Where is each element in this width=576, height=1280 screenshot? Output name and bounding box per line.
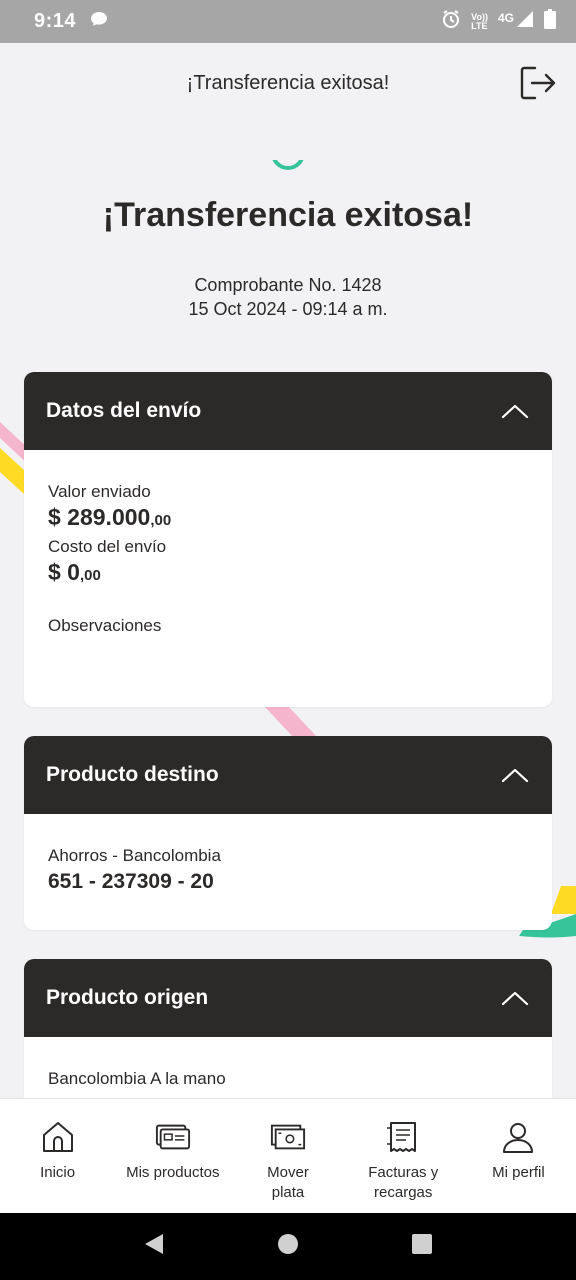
home-icon [40, 1119, 76, 1155]
battery-icon [544, 9, 556, 34]
network-type: 4G [497, 10, 514, 25]
recents-icon[interactable] [411, 1233, 433, 1260]
card-title: Datos del envío [46, 399, 202, 422]
user-icon [500, 1119, 536, 1155]
receipt-icon [385, 1119, 421, 1155]
system-navigation-bar [0, 1213, 576, 1280]
nav-label: Mi perfil [492, 1164, 545, 1181]
card-producto-destino: Producto destino Ahorros - Bancolombia 6… [24, 736, 552, 930]
bottom-navigation: Inicio Mis productos Mover plata Factura… [0, 1098, 576, 1213]
status-bar: 9:14 Vo)) LTE 4G [0, 0, 576, 43]
origen-account-type: Bancolombia A la mano [48, 1069, 226, 1088]
chevron-up-icon[interactable] [500, 401, 530, 421]
destino-account-number: 651 - 237309 - 20 [48, 870, 214, 893]
nav-inicio[interactable]: Inicio [0, 1099, 115, 1213]
card-datos-envio: Datos del envío Valor enviado $ 289.000,… [24, 372, 552, 707]
receipt-datetime: 15 Oct 2024 - 09:14 a m. [188, 299, 388, 319]
receipt-info: Comprobante No. 1428 15 Oct 2024 - 09:14… [0, 273, 576, 321]
chevron-up-icon[interactable] [500, 765, 530, 785]
volte-indicator: Vo)) LTE [471, 11, 488, 31]
logout-icon [519, 65, 557, 106]
card-icon [155, 1119, 191, 1155]
observaciones-label: Observaciones [48, 616, 162, 635]
chat-bubble-icon [90, 11, 108, 32]
chevron-up-icon[interactable] [500, 988, 530, 1008]
receipt-number: Comprobante No. 1428 [194, 275, 382, 295]
card-producto-destino-header[interactable]: Producto destino [24, 736, 552, 814]
success-title: ¡Transferencia exitosa! [102, 196, 474, 234]
nav-mis-productos[interactable]: Mis productos [115, 1099, 230, 1213]
success-check-icon [271, 160, 305, 174]
valor-enviado-amount: $ 289.000,00 [48, 504, 172, 530]
nav-facturas-recargas[interactable]: Facturas y recargas [346, 1099, 461, 1213]
status-time: 9:14 [34, 10, 77, 32]
alarm-icon [441, 9, 461, 34]
nav-mover-plata[interactable]: Mover plata [230, 1099, 345, 1213]
money-icon [270, 1119, 306, 1155]
card-datos-envio-header[interactable]: Datos del envío [24, 372, 552, 450]
nav-label: Facturas y recargas [368, 1164, 439, 1201]
decorative-ribbon-middle [264, 706, 318, 738]
nav-mi-perfil[interactable]: Mi perfil [461, 1099, 576, 1213]
exit-button[interactable] [518, 65, 558, 105]
home-circle-icon[interactable] [277, 1233, 299, 1260]
card-title: Producto origen [46, 986, 209, 1009]
signal-icon [516, 10, 534, 33]
nav-label: Mover plata [267, 1164, 309, 1201]
card-producto-origen-header[interactable]: Producto origen [24, 959, 552, 1037]
header-title: ¡Transferencia exitosa! [186, 71, 390, 94]
nav-label: Inicio [40, 1164, 76, 1181]
costo-envio-label: Costo del envío [48, 537, 167, 556]
top-header: ¡Transferencia exitosa! [0, 43, 576, 123]
valor-enviado-label: Valor enviado [48, 482, 151, 501]
nav-label: Mis productos [126, 1164, 220, 1181]
back-icon[interactable] [143, 1232, 165, 1261]
card-title: Producto destino [46, 763, 219, 786]
destino-account-type: Ahorros - Bancolombia [48, 846, 221, 865]
costo-envio-amount: $ 0,00 [48, 559, 101, 585]
